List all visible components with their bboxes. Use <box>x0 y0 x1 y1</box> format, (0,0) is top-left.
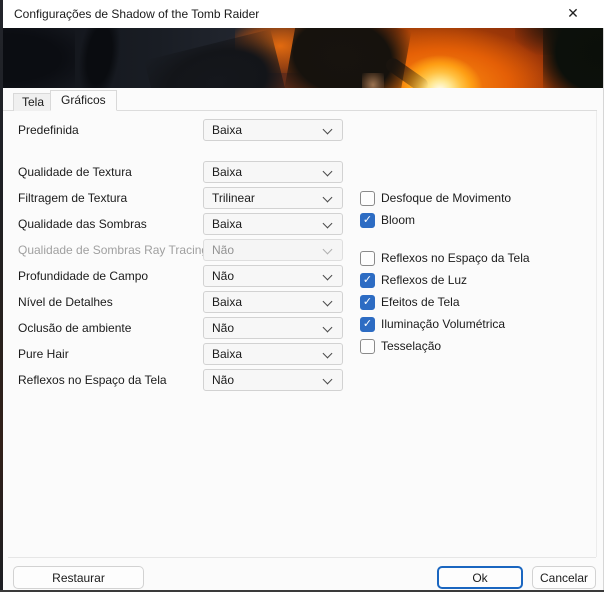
setting-row-shadow-quality: Qualidade das Sombras Baixa <box>0 213 604 235</box>
chevron-down-icon <box>323 298 333 308</box>
close-button[interactable]: ✕ <box>550 0 596 27</box>
screen-effects-checkbox[interactable]: ✓ Efeitos de Tela <box>360 294 460 310</box>
settings-dialog: { "window": { "title": "Configurações de… <box>0 0 604 592</box>
checkbox-box[interactable]: ✓ <box>360 273 375 288</box>
chevron-down-icon <box>323 272 333 282</box>
volumetric-lighting-checkbox[interactable]: ✓ Iluminação Volumétrica <box>360 316 505 332</box>
footer-divider <box>8 557 596 558</box>
chevron-down-icon <box>323 194 333 204</box>
checkbox-box[interactable]: ✓ <box>360 317 375 332</box>
close-icon: ✕ <box>567 5 579 21</box>
rt-shadow-quality-dropdown: Não <box>203 239 343 261</box>
setting-label: Predefinida <box>18 119 79 141</box>
banner-foliage-right <box>543 28 604 88</box>
banner-lara-silhouette <box>284 28 412 88</box>
check-icon: ✓ <box>361 214 374 227</box>
checkbox-box[interactable]: ✓ <box>360 251 375 266</box>
setting-label: Pure Hair <box>18 343 69 365</box>
setting-row-texture-filtering: Filtragem de Textura Trilinear <box>0 187 604 209</box>
ssr-checkbox[interactable]: ✓ Reflexos no Espaço da Tela <box>360 250 530 266</box>
chevron-down-icon <box>323 220 333 230</box>
setting-row-pure-hair: Pure Hair Baixa <box>0 343 604 365</box>
tab-graficos[interactable]: Gráficos <box>50 90 117 111</box>
preset-dropdown[interactable]: Baixa <box>203 119 343 141</box>
setting-row-ambient-occlusion: Oclusão de ambiente Não <box>0 317 604 339</box>
depth-of-field-dropdown[interactable]: Não <box>203 265 343 287</box>
banner-glow <box>235 28 310 73</box>
setting-label: Qualidade de Textura <box>18 161 132 183</box>
setting-row-preset: Predefinida Baixa <box>0 119 604 141</box>
motion-blur-checkbox[interactable]: ✓ Desfoque de Movimento <box>360 190 511 206</box>
chevron-down-icon <box>323 350 333 360</box>
check-icon: ✓ <box>361 318 374 331</box>
chevron-down-icon <box>323 168 333 178</box>
checkbox-box[interactable]: ✓ <box>360 295 375 310</box>
banner-braid <box>383 56 430 88</box>
chevron-down-icon <box>323 324 333 334</box>
checkbox-box[interactable]: ✓ <box>360 213 375 228</box>
cancel-button[interactable]: Cancelar <box>532 566 596 589</box>
setting-label: Profundidade de Campo <box>18 265 148 287</box>
chevron-down-icon <box>323 376 333 386</box>
setting-row-texture-quality: Qualidade de Textura Baixa <box>0 161 604 183</box>
setting-label: Nível de Detalhes <box>18 291 113 313</box>
banner-rocks-mid <box>144 29 286 88</box>
level-of-detail-dropdown[interactable]: Baixa <box>203 291 343 313</box>
checkbox-box[interactable]: ✓ <box>360 339 375 354</box>
texture-quality-dropdown[interactable]: Baixa <box>203 161 343 183</box>
setting-label: Qualidade de Sombras Ray Tracing <box>18 239 208 261</box>
game-banner <box>0 28 604 88</box>
banner-rocks-left <box>0 28 75 88</box>
setting-label: Oclusão de ambiente <box>18 317 131 339</box>
tab-tela[interactable]: Tela <box>13 93 53 111</box>
chevron-down-icon <box>323 246 333 256</box>
banner-foliage-top <box>515 28 590 55</box>
check-icon: ✓ <box>361 274 374 287</box>
setting-row-level-of-detail: Nível de Detalhes Baixa <box>0 291 604 313</box>
screen-space-reflections-dropdown[interactable]: Não <box>203 369 343 391</box>
title-bar: Configurações de Shadow of the Tomb Raid… <box>0 0 604 28</box>
tessellation-checkbox[interactable]: ✓ Tesselação <box>360 338 441 354</box>
setting-label: Qualidade das Sombras <box>18 213 147 235</box>
ok-button[interactable]: Ok <box>437 566 523 589</box>
restore-button[interactable]: Restaurar <box>13 566 144 589</box>
shadow-quality-dropdown[interactable]: Baixa <box>203 213 343 235</box>
pure-hair-dropdown[interactable]: Baixa <box>203 343 343 365</box>
setting-row-depth-of-field: Profundidade de Campo Não <box>0 265 604 287</box>
ambient-occlusion-dropdown[interactable]: Não <box>203 317 343 339</box>
bloom-checkbox[interactable]: ✓ Bloom <box>360 212 415 228</box>
setting-label: Filtragem de Textura <box>18 187 127 209</box>
texture-filtering-dropdown[interactable]: Trilinear <box>203 187 343 209</box>
window-left-edge <box>0 0 3 592</box>
setting-row-ssr: Reflexos no Espaço da Tela Não <box>0 369 604 391</box>
check-icon: ✓ <box>361 296 374 309</box>
window-title: Configurações de Shadow of the Tomb Raid… <box>14 0 259 28</box>
checkbox-box[interactable]: ✓ <box>360 191 375 206</box>
banner-face-highlight <box>362 73 384 88</box>
chevron-down-icon <box>323 126 333 136</box>
banner-tree <box>73 28 125 88</box>
setting-label: Reflexos no Espaço da Tela <box>18 369 167 391</box>
lens-flares-checkbox[interactable]: ✓ Reflexos de Luz <box>360 272 467 288</box>
